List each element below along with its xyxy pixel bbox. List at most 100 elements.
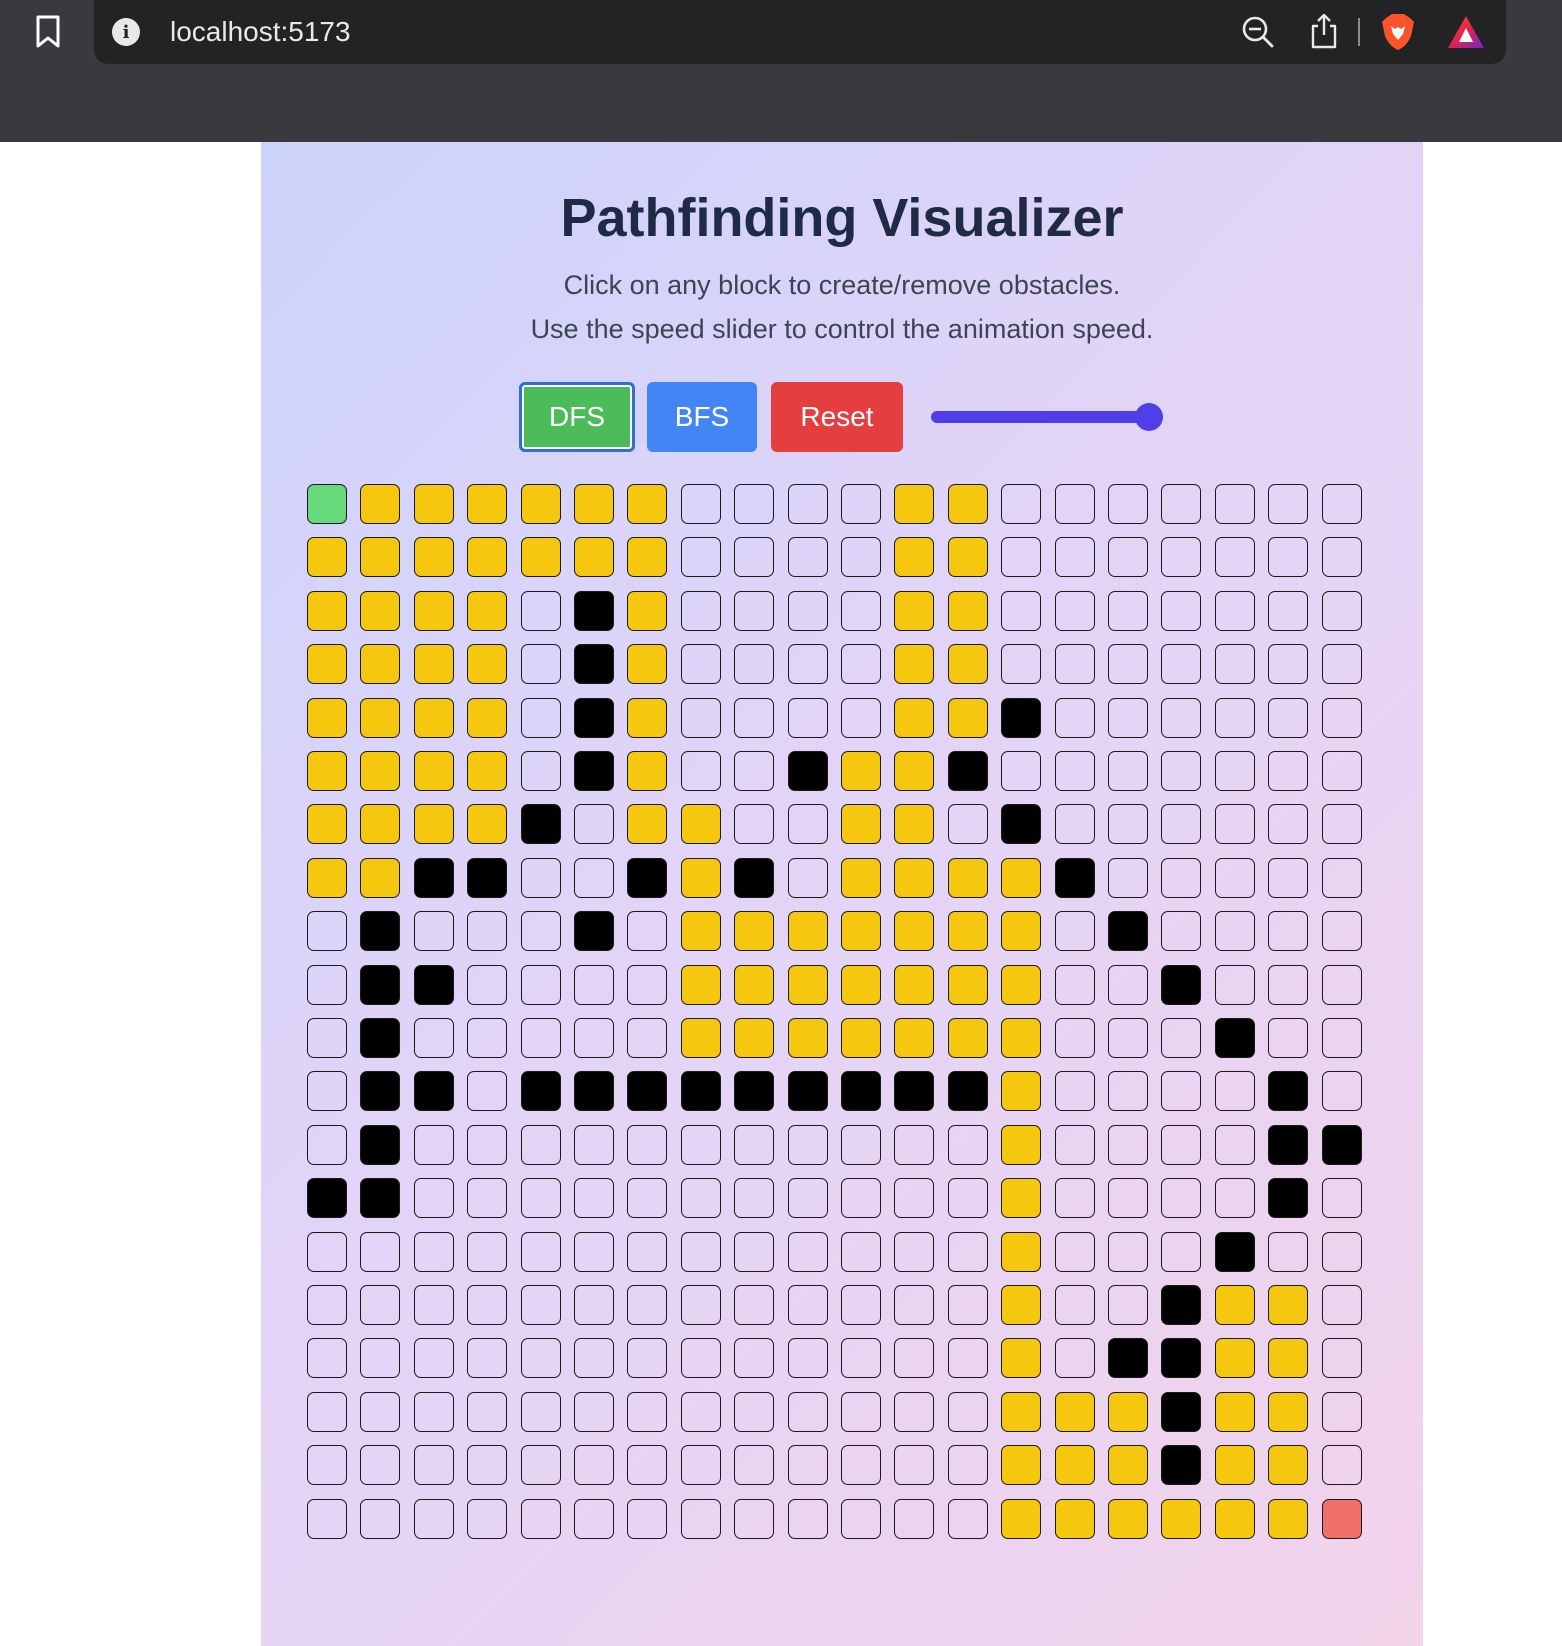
empty-cell[interactable]: [1108, 644, 1148, 684]
empty-cell[interactable]: [360, 1232, 400, 1272]
visited-cell[interactable]: [627, 484, 667, 524]
empty-cell[interactable]: [788, 1445, 828, 1485]
wall-cell[interactable]: [574, 644, 614, 684]
empty-cell[interactable]: [681, 484, 721, 524]
empty-cell[interactable]: [1161, 698, 1201, 738]
empty-cell[interactable]: [734, 1125, 774, 1165]
empty-cell[interactable]: [521, 1285, 561, 1325]
empty-cell[interactable]: [1161, 804, 1201, 844]
empty-cell[interactable]: [1161, 591, 1201, 631]
empty-cell[interactable]: [1161, 1178, 1201, 1218]
empty-cell[interactable]: [1322, 1285, 1362, 1325]
empty-cell[interactable]: [1055, 698, 1095, 738]
visited-cell[interactable]: [1001, 1499, 1041, 1539]
wall-cell[interactable]: [1268, 1071, 1308, 1111]
empty-cell[interactable]: [734, 1338, 774, 1378]
end-cell[interactable]: [1322, 1499, 1362, 1539]
empty-cell[interactable]: [1108, 1285, 1148, 1325]
empty-cell[interactable]: [734, 1232, 774, 1272]
empty-cell[interactable]: [1055, 965, 1095, 1005]
visited-cell[interactable]: [681, 911, 721, 951]
empty-cell[interactable]: [788, 591, 828, 631]
wall-cell[interactable]: [1001, 698, 1041, 738]
wall-cell[interactable]: [521, 1071, 561, 1111]
address-bar[interactable]: i localhost:5173: [94, 0, 1506, 64]
empty-cell[interactable]: [681, 1445, 721, 1485]
visited-cell[interactable]: [307, 591, 347, 631]
empty-cell[interactable]: [1108, 1178, 1148, 1218]
empty-cell[interactable]: [948, 1232, 988, 1272]
visited-cell[interactable]: [521, 537, 561, 577]
empty-cell[interactable]: [1055, 484, 1095, 524]
empty-cell[interactable]: [1001, 537, 1041, 577]
empty-cell[interactable]: [1268, 484, 1308, 524]
empty-cell[interactable]: [414, 1445, 454, 1485]
empty-cell[interactable]: [841, 537, 881, 577]
visited-cell[interactable]: [1055, 1445, 1095, 1485]
empty-cell[interactable]: [1268, 537, 1308, 577]
empty-cell[interactable]: [627, 1499, 667, 1539]
empty-cell[interactable]: [788, 1178, 828, 1218]
empty-cell[interactable]: [627, 1178, 667, 1218]
visited-cell[interactable]: [1268, 1499, 1308, 1539]
empty-cell[interactable]: [1268, 804, 1308, 844]
wall-cell[interactable]: [1161, 1445, 1201, 1485]
empty-cell[interactable]: [948, 1178, 988, 1218]
empty-cell[interactable]: [894, 1178, 934, 1218]
visited-cell[interactable]: [1215, 1499, 1255, 1539]
visited-cell[interactable]: [681, 1018, 721, 1058]
empty-cell[interactable]: [1268, 1018, 1308, 1058]
empty-cell[interactable]: [1268, 698, 1308, 738]
empty-cell[interactable]: [1215, 1071, 1255, 1111]
empty-cell[interactable]: [1161, 484, 1201, 524]
empty-cell[interactable]: [627, 1285, 667, 1325]
empty-cell[interactable]: [1001, 591, 1041, 631]
empty-cell[interactable]: [734, 804, 774, 844]
visited-cell[interactable]: [894, 591, 934, 631]
empty-cell[interactable]: [1268, 1232, 1308, 1272]
empty-cell[interactable]: [1268, 911, 1308, 951]
empty-cell[interactable]: [894, 1445, 934, 1485]
wall-cell[interactable]: [1108, 911, 1148, 951]
empty-cell[interactable]: [788, 537, 828, 577]
empty-cell[interactable]: [521, 1338, 561, 1378]
empty-cell[interactable]: [467, 1499, 507, 1539]
visited-cell[interactable]: [467, 591, 507, 631]
visited-cell[interactable]: [841, 751, 881, 791]
empty-cell[interactable]: [574, 804, 614, 844]
empty-cell[interactable]: [574, 965, 614, 1005]
empty-cell[interactable]: [1055, 537, 1095, 577]
visited-cell[interactable]: [414, 537, 454, 577]
empty-cell[interactable]: [1215, 698, 1255, 738]
empty-cell[interactable]: [1322, 1018, 1362, 1058]
empty-cell[interactable]: [307, 1338, 347, 1378]
empty-cell[interactable]: [841, 1392, 881, 1432]
visited-cell[interactable]: [1108, 1392, 1148, 1432]
wall-cell[interactable]: [948, 751, 988, 791]
speed-slider-thumb[interactable]: [1135, 403, 1163, 431]
visited-cell[interactable]: [841, 1018, 881, 1058]
visited-cell[interactable]: [788, 965, 828, 1005]
empty-cell[interactable]: [627, 1125, 667, 1165]
visited-cell[interactable]: [948, 1018, 988, 1058]
empty-cell[interactable]: [1215, 858, 1255, 898]
visited-cell[interactable]: [841, 911, 881, 951]
empty-cell[interactable]: [1322, 911, 1362, 951]
wall-cell[interactable]: [360, 1178, 400, 1218]
empty-cell[interactable]: [574, 1232, 614, 1272]
empty-cell[interactable]: [1108, 858, 1148, 898]
empty-cell[interactable]: [948, 1285, 988, 1325]
wall-cell[interactable]: [894, 1071, 934, 1111]
wall-cell[interactable]: [1215, 1232, 1255, 1272]
wall-cell[interactable]: [1268, 1125, 1308, 1165]
empty-cell[interactable]: [307, 1445, 347, 1485]
empty-cell[interactable]: [307, 1018, 347, 1058]
visited-cell[interactable]: [627, 804, 667, 844]
empty-cell[interactable]: [1055, 1018, 1095, 1058]
wall-cell[interactable]: [734, 1071, 774, 1111]
wall-cell[interactable]: [1161, 1285, 1201, 1325]
brave-rewards-icon[interactable]: [1446, 14, 1486, 50]
wall-cell[interactable]: [1215, 1018, 1255, 1058]
empty-cell[interactable]: [414, 1232, 454, 1272]
empty-cell[interactable]: [1108, 1071, 1148, 1111]
